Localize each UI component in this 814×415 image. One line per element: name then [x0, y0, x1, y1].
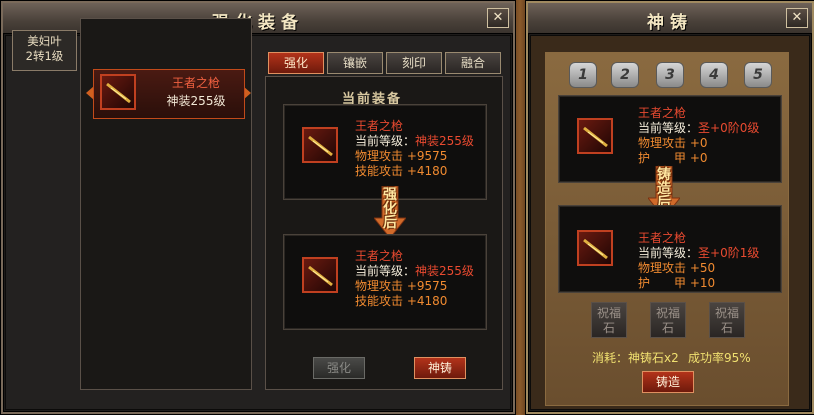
armor-label: 护 甲	[638, 276, 687, 290]
spear-icon	[577, 118, 613, 154]
level-value: 神装255级	[415, 264, 474, 278]
level-label: 当前等级：	[638, 121, 699, 135]
spear-icon	[302, 127, 338, 163]
skill-value: +4180	[406, 294, 448, 308]
level-label: 当前等级：	[355, 134, 416, 148]
armor-value: +10	[689, 276, 716, 290]
spear-icon	[577, 230, 613, 266]
level-value: 神装255级	[415, 134, 474, 148]
tab-engrave[interactable]: 刻印	[386, 52, 442, 74]
stage-3-icon[interactable]: 3	[656, 62, 684, 88]
tab-inlay[interactable]: 镶嵌	[327, 52, 383, 74]
skill-value: +4180	[406, 164, 448, 178]
spear-icon	[100, 74, 136, 110]
skill-label: 技能攻击	[355, 294, 404, 308]
blessing-stone-slot-2[interactable]: 祝福石	[650, 302, 686, 338]
enhance-button[interactable]: 强化	[313, 357, 365, 379]
tab-fuse[interactable]: 融合	[445, 52, 501, 74]
cost-text: 消耗：神铸石x2	[592, 351, 679, 365]
armor-value: +0	[689, 151, 708, 165]
stage-2-icon[interactable]: 2	[611, 62, 639, 88]
arrow-char-1: 铸	[657, 167, 671, 183]
close-icon[interactable]: ✕	[786, 8, 808, 28]
attack-label: 物理攻击	[355, 279, 404, 293]
attack-label: 物理攻击	[638, 136, 687, 150]
level-value: 圣+0阶1级	[698, 246, 760, 260]
forge-button[interactable]: 神铸	[414, 357, 466, 379]
arrow-char-3: 后	[383, 215, 397, 231]
arrow-char-2: 造	[657, 181, 671, 197]
character-name: 美妇叶	[27, 34, 62, 48]
arrow-char-1: 强	[383, 187, 397, 203]
blessing-stone-slot-1[interactable]: 祝福石	[591, 302, 627, 338]
equipment-name: 王者之枪	[171, 76, 220, 90]
stage-4-icon[interactable]: 4	[700, 62, 728, 88]
attack-label: 物理攻击	[638, 261, 687, 275]
level-label: 当前等级：	[638, 246, 699, 260]
attack-value: +0	[689, 136, 708, 150]
stage-1-icon[interactable]: 1	[569, 62, 597, 88]
character-rank: 2转1级	[25, 49, 64, 63]
blessing-stone-slot-3[interactable]: 祝福石	[709, 302, 745, 338]
equipment-level: 神装255级	[166, 94, 226, 108]
level-value: 圣+0阶0级	[698, 121, 760, 135]
success-rate-text: 成功率95%	[688, 351, 751, 365]
stage-5-icon[interactable]: 5	[744, 62, 772, 88]
skill-label: 技能攻击	[355, 164, 404, 178]
spear-icon	[302, 257, 338, 293]
tab-enhance[interactable]: 强化	[268, 52, 324, 74]
attack-value: +50	[689, 261, 716, 275]
title-bar[interactable]: 神铸 ✕	[528, 3, 812, 34]
cast-button[interactable]: 铸造	[642, 371, 694, 393]
down-arrow-icon: 铸 造 后	[648, 166, 680, 218]
window-title: 神铸	[647, 13, 693, 33]
arrow-char-2: 化	[383, 201, 397, 217]
close-icon[interactable]: ✕	[487, 8, 509, 28]
character-item[interactable]: 美妇叶 2转1级	[12, 30, 77, 71]
down-arrow-icon: 强 化 后	[374, 186, 406, 238]
equipment-slot-selected[interactable]: 王者之枪 神装255级	[93, 69, 245, 119]
attack-value: +9575	[406, 279, 448, 293]
level-label: 当前等级：	[355, 264, 416, 278]
armor-label: 护 甲	[638, 151, 687, 165]
forge-after-box: 王者之枪 当前等级：圣+0阶1级 物理攻击 +50 护 甲 +10	[558, 205, 782, 293]
after-equipment-box: 王者之枪 当前等级：神装255级 物理攻击 +9575 技能攻击 +4180	[283, 234, 487, 330]
attack-value: +9575	[406, 149, 448, 163]
attack-label: 物理攻击	[355, 149, 404, 163]
